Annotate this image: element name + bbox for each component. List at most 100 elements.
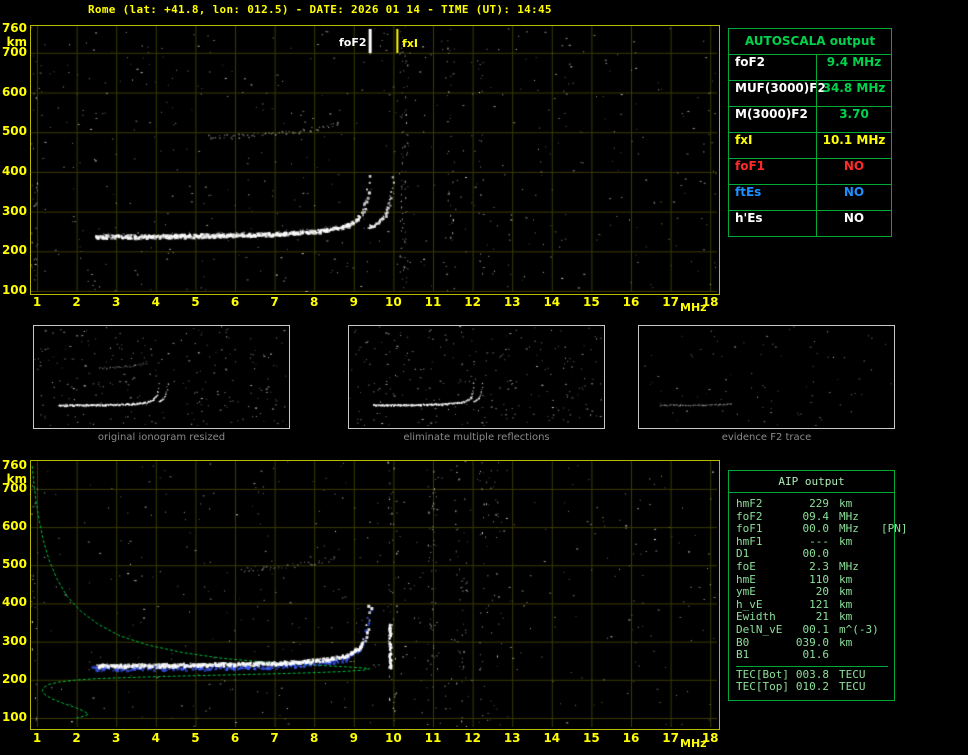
bottom-y-tick-500: 500 <box>1 557 27 572</box>
bottom-y-tick-600: 600 <box>1 519 27 534</box>
aip-row-foF1: foF1 00.0 MHz [PN] <box>736 522 908 536</box>
aip-label: ymE <box>736 585 756 599</box>
bottom-x-tick-16: 16 <box>622 731 640 745</box>
aip-val: 00.0 <box>802 522 830 536</box>
autoscala-ftEs-label: ftEs <box>729 184 816 210</box>
aip-suffix <box>875 669 894 682</box>
aip-row-ymE: ymE 20 km <box>736 586 894 599</box>
aip-suffix <box>875 681 894 694</box>
top-y-tick-600: 600 <box>1 84 27 99</box>
aip-suffix: [PN] <box>881 522 908 536</box>
bottom-x-unit-label: MHz <box>680 737 707 750</box>
top-x-tick-8: 8 <box>310 295 319 309</box>
aip-unit: km <box>839 585 853 599</box>
top-ionogram-plot: foF2 fxI <box>30 25 720 295</box>
bottom-x-tick-3: 3 <box>112 731 121 745</box>
top-x-unit-label: MHz <box>680 301 707 314</box>
aip-unit: TECU <box>839 680 866 694</box>
aip-val: 010.2 <box>795 680 829 694</box>
aip-suffix <box>875 536 894 549</box>
autoscala-hEs-value: NO <box>816 210 891 236</box>
thumbnail-eliminate-reflections <box>348 325 605 429</box>
aip-suffix <box>875 649 894 662</box>
aip-val: 01.6 <box>802 648 830 662</box>
top-x-tick-1: 1 <box>32 295 42 309</box>
thumbnail-evidence-f2 <box>638 325 895 429</box>
bottom-x-tick-13: 13 <box>503 731 521 745</box>
aip-suffix <box>875 637 894 650</box>
aip-label: DelN_vE <box>736 622 783 636</box>
top-x-tick-17: 17 <box>662 295 679 309</box>
bottom-x-tick-10: 10 <box>385 731 402 745</box>
autoscala-table-title: AUTOSCALA output <box>744 34 876 48</box>
autoscala-hEs-label: h'Es <box>729 210 816 236</box>
top-y-tick-500: 500 <box>1 124 27 139</box>
bottom-y-tick-400: 400 <box>1 595 27 610</box>
aip-unit: km <box>839 597 853 611</box>
aip-val: 2.3 <box>809 559 829 573</box>
top-x-tick-2: 2 <box>72 295 81 309</box>
aip-row-B1: B1 01.6 <box>736 649 894 662</box>
bottom-ionogram-plot <box>30 460 720 730</box>
aip-row-foE: foE 2.3 MHz <box>736 559 894 574</box>
top-x-tick-6: 6 <box>230 295 240 309</box>
app-window: Rome (lat: +41.8, lon: 012.5) - DATE: 20… <box>0 0 968 755</box>
bottom-y-tick-100: 100 <box>1 709 27 724</box>
autoscala-fxI-label: fxI <box>729 132 816 158</box>
bottom-x-tick-5: 5 <box>191 731 200 745</box>
top-y-tick-700: 700 <box>1 44 27 59</box>
bottom-x-tick-15: 15 <box>583 731 600 745</box>
top-y-tick-200: 200 <box>1 243 27 258</box>
bottom-x-tick-7: 7 <box>270 731 279 745</box>
bottom-x-tick-17: 17 <box>662 731 679 745</box>
autoscala-foF1-label: foF1 <box>729 158 816 184</box>
top-x-tick-14: 14 <box>543 295 561 309</box>
aip-row-hmE: hmE 110 km <box>736 573 894 587</box>
fof2-marker-label: foF2 <box>339 36 367 49</box>
aip-row-hmF2: hmF2 229 km <box>736 497 894 511</box>
top-x-tick-13: 13 <box>503 295 521 309</box>
bottom-x-tick-11: 11 <box>424 731 442 745</box>
aip-suffix <box>875 498 894 511</box>
aip-tec-separator <box>736 665 888 667</box>
aip-unit: km <box>839 635 853 649</box>
aip-unit: km <box>839 534 853 548</box>
thumbnail-caption-eliminate: eliminate multiple reflections <box>403 432 550 443</box>
top-x-tick-5: 5 <box>191 295 200 309</box>
aip-val: 20 <box>815 585 829 599</box>
autoscala-M3000F2-value: 3.70 <box>816 106 891 132</box>
bottom-x-tick-2: 2 <box>72 731 81 745</box>
aip-val: 00.1 <box>802 622 830 636</box>
bottom-y-tick-760: 760 <box>1 458 27 472</box>
aip-unit: MHz <box>839 522 859 536</box>
page-title: Rome (lat: +41.8, lon: 012.5) - DATE: 20… <box>88 3 552 16</box>
aip-label: B1 <box>736 648 750 662</box>
top-x-tick-15: 15 <box>583 295 600 309</box>
autoscala-ftEs-value: NO <box>816 184 891 210</box>
aip-suffix <box>875 599 894 612</box>
bottom-x-tick-9: 9 <box>349 731 358 745</box>
aip-label: foF1 <box>736 522 763 536</box>
bottom-x-tick-1: 1 <box>32 731 42 745</box>
top-y-tick-300: 300 <box>1 203 27 218</box>
top-ionogram-canvas <box>31 26 717 292</box>
top-x-tick-9: 9 <box>349 295 358 309</box>
autoscala-M3000F2-label: M(3000)F2 <box>729 106 816 132</box>
thumbnail-caption-evidence: evidence F2 trace <box>721 432 812 443</box>
thumbnail-evidence-canvas <box>639 326 892 426</box>
top-y-tick-400: 400 <box>1 163 27 178</box>
autoscala-foF2-label: foF2 <box>729 54 816 80</box>
autoscala-foF2-value: 9.4 MHz <box>816 54 891 80</box>
aip-panel-title: AIP output <box>729 471 894 493</box>
aip-unit: m^(-3) <box>839 622 879 636</box>
aip-unit: MHz <box>839 559 859 573</box>
bottom-x-tick-4: 4 <box>151 731 160 745</box>
aip-unit <box>829 649 875 662</box>
bottom-x-tick-6: 6 <box>230 731 240 745</box>
top-x-tick-7: 7 <box>270 295 279 309</box>
aip-label: foE <box>736 559 756 573</box>
aip-val: 229 <box>809 497 829 510</box>
aip-suffix <box>875 561 894 574</box>
top-x-tick-12: 12 <box>464 295 481 309</box>
thumbnail-original-ionogram <box>33 325 290 429</box>
